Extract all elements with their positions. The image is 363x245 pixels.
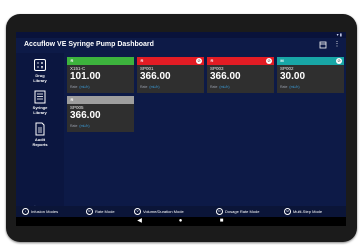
pump-header: R: [67, 96, 134, 104]
legend-volume-duration-mode: V Volume/Duration Mode: [134, 206, 184, 217]
sidebar: Drug Library Syringe Library Audit Repor…: [16, 53, 64, 213]
pump-header: R: [67, 57, 134, 65]
bullet-icon: •: [22, 208, 29, 216]
rate-label: Rate (mL/h): [280, 85, 300, 89]
document-icon: [35, 122, 45, 136]
pump-tile-4[interactable]: R SP005 366.00 Rate (mL/h): [67, 96, 134, 132]
infusion-mode-legend: • Infusion Modes R Rate Mode V Volume/Durat…: [16, 206, 346, 217]
pump-tile-1[interactable]: R ⊘ SP001 366.00 Rate (mL/h): [137, 57, 204, 93]
legend-infusion-modes: • Infusion Modes: [22, 206, 58, 217]
app-bar: Accuflow VE Syringe Pump Dashboard ⋮: [16, 38, 346, 53]
rate-label: Rate (mL/h): [210, 85, 230, 89]
rate-label: Rate (mL/h): [70, 85, 90, 89]
mode-badge: M: [280, 58, 284, 63]
pump-value: 30.00: [280, 71, 306, 82]
pump-header: M ⊘: [277, 57, 344, 65]
mode-badge: R: [210, 58, 214, 63]
alarm-off-icon[interactable]: ⊘: [266, 58, 272, 64]
overflow-menu-icon[interactable]: ⋮: [333, 41, 341, 49]
pump-value: 366.00: [210, 71, 241, 82]
screen: ▾ ▮ Accuflow VE Syringe Pump Dashboard ⋮…: [16, 32, 346, 226]
pump-tile-2[interactable]: R ⊘ SP003 366.00 Rate (mL/h): [207, 57, 274, 93]
pump-tile-0[interactable]: R X151-C 101.00 Rate (mL/h): [67, 57, 134, 93]
alarm-off-icon[interactable]: ⊘: [196, 58, 202, 64]
app-title: Accuflow VE Syringe Pump Dashboard: [24, 41, 154, 48]
pump-value: 366.00: [140, 71, 171, 82]
list-icon: [34, 90, 46, 104]
sidebar-label-library-2: Library: [33, 110, 47, 115]
legend-dosage-rate-mode: D Dosage Rate Mode: [216, 206, 259, 217]
pump-header: R ⊘: [207, 57, 274, 65]
calculator-icon: [34, 59, 46, 71]
home-icon[interactable]: ●: [177, 218, 184, 225]
android-nav-bar: ◀ ● ■: [16, 217, 346, 226]
back-icon[interactable]: ◀: [136, 218, 143, 225]
recents-icon[interactable]: ■: [218, 218, 225, 225]
sidebar-label-reports: Reports: [32, 142, 48, 147]
pump-tile-3[interactable]: M ⊘ SP002 30.00 Rate (mL/h): [277, 57, 344, 93]
window-icon[interactable]: [319, 41, 327, 49]
mode-badge: R: [70, 58, 74, 63]
pump-grid: R X151-C 101.00 Rate (mL/h) R ⊘ SP001 366…: [64, 53, 346, 206]
sidebar-item-audit-reports[interactable]: Audit Reports: [16, 122, 64, 147]
mode-badge: R: [70, 97, 74, 102]
pump-value: 366.00: [70, 110, 101, 121]
sidebar-item-drug-library[interactable]: Drug Library: [16, 58, 64, 83]
pump-header: R ⊘: [137, 57, 204, 65]
mode-badge: R: [140, 58, 144, 63]
pump-value: 101.00: [70, 71, 101, 82]
sidebar-label-library: Library: [33, 78, 47, 83]
rate-label: Rate (mL/h): [70, 124, 90, 128]
legend-multi-step-mode: M Multi-Step Mode: [284, 206, 322, 217]
sidebar-item-syringe-library[interactable]: Syringe Library: [16, 90, 64, 115]
legend-rate-mode: R Rate Mode: [86, 206, 115, 217]
rate-label: Rate (mL/h): [140, 85, 160, 89]
alarm-off-icon[interactable]: ⊘: [336, 58, 342, 64]
